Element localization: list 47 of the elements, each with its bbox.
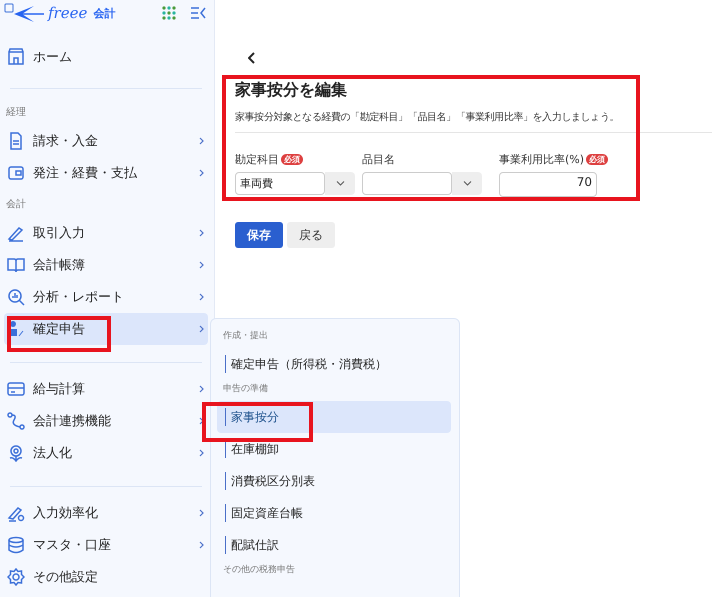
nav-item[interactable]: 発注・経費・支払 [4, 157, 208, 189]
nav-item[interactable]: ホーム [4, 41, 208, 73]
number-field[interactable]: 70 [499, 172, 597, 197]
submenu-heading: 作成・提出 [222, 330, 269, 343]
section-heading: 経理 [5, 106, 27, 120]
back-button[interactable]: 戻る [287, 222, 335, 248]
save-button[interactable]: 保存 [235, 222, 283, 248]
section-heading: 会計 [5, 198, 27, 212]
nav-item[interactable]: その他設定 [4, 561, 208, 593]
gear-icon [7, 568, 25, 586]
nav-item[interactable]: 請求・入金 [4, 125, 208, 157]
required-badge: 必須 [281, 154, 303, 164]
page-description: 家事按分対象となる経費の「勘定科目」「品目名」「事業利用比率」を入力しましょう。 [235, 111, 620, 124]
nav-item[interactable]: マスタ・口座 [4, 529, 208, 561]
nav-item[interactable]: 法人化 [4, 437, 208, 469]
nav-item[interactable]: 分析・レポート [4, 281, 208, 313]
field-label: 勘定科目 [235, 152, 279, 166]
nav-item[interactable]: 取引入力 [4, 217, 208, 249]
page-title: 家事按分を編集 [235, 80, 348, 101]
brand-name: freee [48, 4, 88, 22]
product-name: 会計 [93, 6, 116, 20]
nav-item[interactable]: 入力効率化 [4, 497, 208, 529]
field-label: 品目名 [362, 152, 395, 166]
store-icon [7, 48, 25, 66]
select-field[interactable] [362, 172, 482, 195]
field-label: 事業利用比率(%) [499, 152, 584, 166]
caret-icon [462, 181, 472, 186]
submenu-item[interactable]: 家事按分 [217, 401, 451, 433]
book-icon [7, 256, 25, 274]
nav-item[interactable]: 会計帳簿 [4, 249, 208, 281]
required-badge: 必須 [586, 154, 608, 164]
submenu-heading: その他の税務申告 [222, 564, 296, 577]
caret-icon [336, 181, 344, 186]
app-grid-icon[interactable] [162, 6, 176, 20]
link-icon [7, 412, 25, 430]
nav-item[interactable]: 給与計算 [4, 373, 208, 405]
card-icon [7, 380, 25, 398]
collapse-sidebar-button[interactable] [188, 5, 208, 21]
pengear-icon [7, 504, 25, 522]
nav-item[interactable]: 確定申告 [4, 313, 208, 345]
submenu-heading: 申告の準備 [222, 382, 269, 396]
pen-icon [7, 224, 25, 242]
chart-icon [7, 288, 25, 306]
flower-icon [7, 444, 25, 462]
db-icon [7, 536, 25, 554]
wallet-icon [7, 164, 25, 182]
nav-item[interactable]: 会計連携機能 [4, 405, 208, 437]
